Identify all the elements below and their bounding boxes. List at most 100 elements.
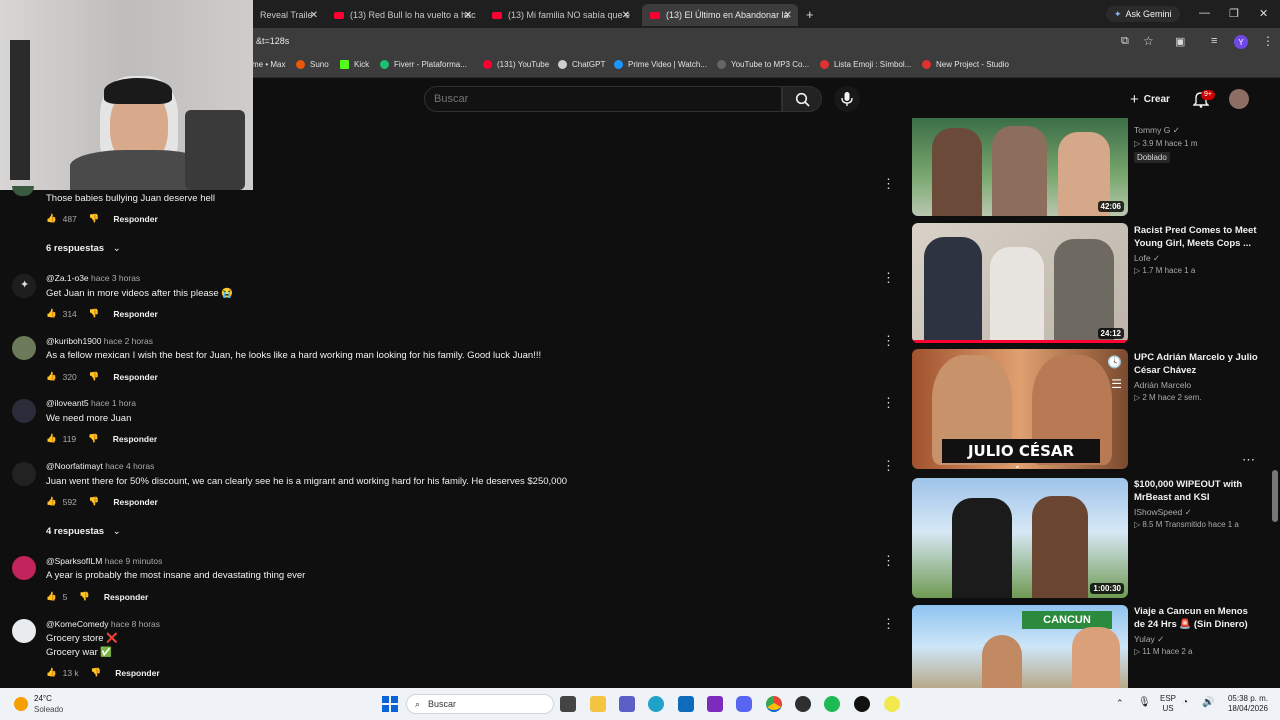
account-avatar[interactable] bbox=[1229, 89, 1249, 109]
comment-author[interactable]: @kuriboh1900 bbox=[46, 336, 101, 346]
minimize-icon[interactable]: — bbox=[1199, 7, 1210, 19]
thumbs-up-icon[interactable]: 👍 bbox=[46, 213, 57, 224]
close-icon[interactable]: ✕ bbox=[622, 10, 630, 21]
channel-name[interactable]: IShowSpeed ✓ bbox=[1134, 507, 1192, 518]
avatar[interactable] bbox=[12, 186, 34, 196]
profile-avatar[interactable]: Y bbox=[1234, 35, 1248, 49]
comment-menu-icon[interactable]: ⋮ bbox=[882, 553, 895, 569]
store-icon[interactable] bbox=[678, 696, 694, 712]
reply-button[interactable]: Responder bbox=[113, 497, 157, 507]
maximize-icon[interactable]: ❐ bbox=[1229, 7, 1239, 20]
thumbs-up-icon[interactable]: 👍 bbox=[46, 371, 57, 382]
bookmark-prime-video[interactable]: Prime Video | Watch... bbox=[614, 60, 707, 69]
bookmark-kick[interactable]: Kick bbox=[340, 60, 369, 69]
avatar[interactable] bbox=[12, 336, 36, 360]
app-icon[interactable] bbox=[854, 696, 870, 712]
discord-icon[interactable] bbox=[736, 696, 752, 712]
bookmark-lista-emoji[interactable]: Lista Emoji : Símbol... bbox=[820, 60, 911, 69]
thumbs-down-icon[interactable]: 👎 bbox=[89, 213, 100, 224]
clock[interactable]: 05:38 p. m. 18/04/2026 bbox=[1224, 694, 1268, 714]
cast-icon[interactable]: ⧉ bbox=[1121, 35, 1129, 48]
comment-time[interactable]: hace 9 minutos bbox=[105, 556, 163, 566]
volume-icon[interactable]: 🔊 bbox=[1202, 697, 1214, 708]
channel-name[interactable]: Lofe ✓ bbox=[1134, 253, 1160, 264]
edge-icon[interactable] bbox=[648, 696, 664, 712]
avatar[interactable] bbox=[12, 399, 36, 423]
video-thumbnail[interactable]: JULIO CÉSAR CHÁVEZ 🕓 ☰ bbox=[912, 349, 1128, 469]
comment-menu-icon[interactable]: ⋮ bbox=[882, 616, 895, 632]
thumbs-up-icon[interactable]: 👍 bbox=[46, 308, 57, 319]
close-icon[interactable]: ✕ bbox=[310, 10, 318, 21]
reply-button[interactable]: Responder bbox=[104, 592, 148, 602]
weather-icon[interactable] bbox=[14, 697, 28, 711]
reply-button[interactable]: Responder bbox=[113, 309, 157, 319]
voice-search-button[interactable] bbox=[834, 86, 860, 112]
comment-menu-icon[interactable]: ⋮ bbox=[882, 176, 895, 192]
create-button[interactable]: + Crear bbox=[1124, 88, 1180, 110]
channel-name[interactable]: Tommy G ✓ bbox=[1134, 125, 1180, 136]
close-icon[interactable]: ✕ bbox=[464, 10, 472, 21]
channel-name[interactable]: Adrián Marcelo bbox=[1134, 380, 1191, 390]
add-to-queue-icon[interactable]: ☰ bbox=[1111, 377, 1122, 391]
thumbs-up-icon[interactable]: 👍 bbox=[46, 496, 57, 507]
reading-list-icon[interactable]: ≡ bbox=[1211, 35, 1217, 47]
avatar[interactable] bbox=[12, 462, 36, 486]
reply-button[interactable]: Responder bbox=[115, 668, 159, 678]
close-window-icon[interactable]: ✕ bbox=[1259, 7, 1268, 20]
comment-menu-icon[interactable]: ⋮ bbox=[882, 458, 895, 474]
comment-menu-icon[interactable]: ⋮ bbox=[882, 333, 895, 349]
comment-menu-icon[interactable]: ⋮ bbox=[882, 395, 895, 411]
comment-author[interactable]: @SparksofILM bbox=[46, 556, 102, 566]
comment-time[interactable]: hace 1 hora bbox=[91, 398, 136, 408]
comment-author[interactable]: @iloveant5 bbox=[46, 398, 89, 408]
side-panel-icon[interactable]: ▣ bbox=[1175, 35, 1185, 48]
thumbs-down-icon[interactable]: 👎 bbox=[89, 496, 100, 507]
app-icon[interactable] bbox=[707, 696, 723, 712]
comment-author[interactable]: @Za.1-o3e bbox=[46, 273, 89, 283]
avatar[interactable]: ✦ bbox=[12, 274, 36, 298]
tab-red-bull[interactable]: (13) Red Bull lo ha vuelto a hac ✕ bbox=[326, 4, 478, 26]
video-menu-icon[interactable]: ⋯ bbox=[1242, 452, 1255, 468]
bookmark-star-icon[interactable]: ☆ bbox=[1143, 34, 1154, 48]
windows-start-icon[interactable] bbox=[382, 696, 398, 712]
url-field[interactable]: &t=128s bbox=[256, 36, 289, 46]
comment-time[interactable]: hace 3 horas bbox=[91, 273, 140, 283]
task-view-icon[interactable] bbox=[560, 696, 576, 712]
teams-icon[interactable] bbox=[619, 696, 635, 712]
comment-time[interactable]: hace 8 horas bbox=[111, 619, 160, 629]
bookmark-yt-mp3[interactable]: YouTube to MP3 Co... bbox=[717, 60, 809, 69]
taskbar-search[interactable]: ⌕ Buscar bbox=[406, 694, 554, 714]
avatar[interactable] bbox=[12, 619, 36, 643]
comment-time[interactable]: hace 2 horas bbox=[104, 336, 153, 346]
tab-el-ultimo[interactable]: (13) El Último en Abandonar la ✕ bbox=[642, 4, 798, 26]
tab-mi-familia[interactable]: (13) Mi familia NO sabía que e ✕ bbox=[484, 4, 636, 26]
video-thumbnail[interactable]: 24:12 bbox=[912, 223, 1128, 343]
close-icon[interactable]: ✕ bbox=[784, 10, 792, 21]
comment-time[interactable]: hace 4 horas bbox=[105, 461, 154, 471]
bookmark-youtube[interactable]: (131) YouTube bbox=[483, 60, 549, 69]
video-thumbnail[interactable]: CANCUN bbox=[912, 605, 1128, 688]
bookmark-max[interactable]: me • Max bbox=[252, 60, 285, 69]
comment-author[interactable]: @Noorfatimayt bbox=[46, 461, 103, 471]
thumbs-up-icon[interactable]: 👍 bbox=[46, 667, 57, 678]
bookmark-chatgpt[interactable]: ChatGPT bbox=[558, 60, 605, 69]
reply-button[interactable]: Responder bbox=[113, 434, 157, 444]
new-tab-icon[interactable]: + bbox=[806, 7, 814, 22]
wifi-icon[interactable]: ◔ bbox=[1182, 697, 1188, 708]
bookmark-new-project[interactable]: New Project - Studio bbox=[922, 60, 1009, 69]
comment-menu-icon[interactable]: ⋮ bbox=[882, 270, 895, 286]
microphone-icon[interactable]: 🎙 bbox=[1138, 697, 1151, 708]
search-input[interactable] bbox=[434, 92, 764, 106]
thumbs-down-icon[interactable]: 👎 bbox=[79, 591, 90, 602]
bookmark-fiverr[interactable]: Fiverr - Plataforma... bbox=[380, 60, 467, 69]
thumbs-up-icon[interactable]: 👍 bbox=[46, 433, 57, 444]
chevron-up-icon[interactable]: ⌃ bbox=[1116, 698, 1124, 709]
video-title[interactable]: $100,000 WIPEOUT with MrBeast and KSI bbox=[1134, 478, 1258, 504]
chrome-icon[interactable] bbox=[766, 696, 782, 712]
thumbs-down-icon[interactable]: 👎 bbox=[91, 667, 102, 678]
comment-author[interactable]: @KomeComedy bbox=[46, 619, 108, 629]
show-replies-button[interactable]: 6 respuestas ⌄ bbox=[46, 243, 121, 254]
page-scrollbar-thumb[interactable] bbox=[1272, 470, 1278, 522]
app-icon[interactable] bbox=[884, 696, 900, 712]
weather-temp[interactable]: 24°C bbox=[34, 694, 52, 703]
